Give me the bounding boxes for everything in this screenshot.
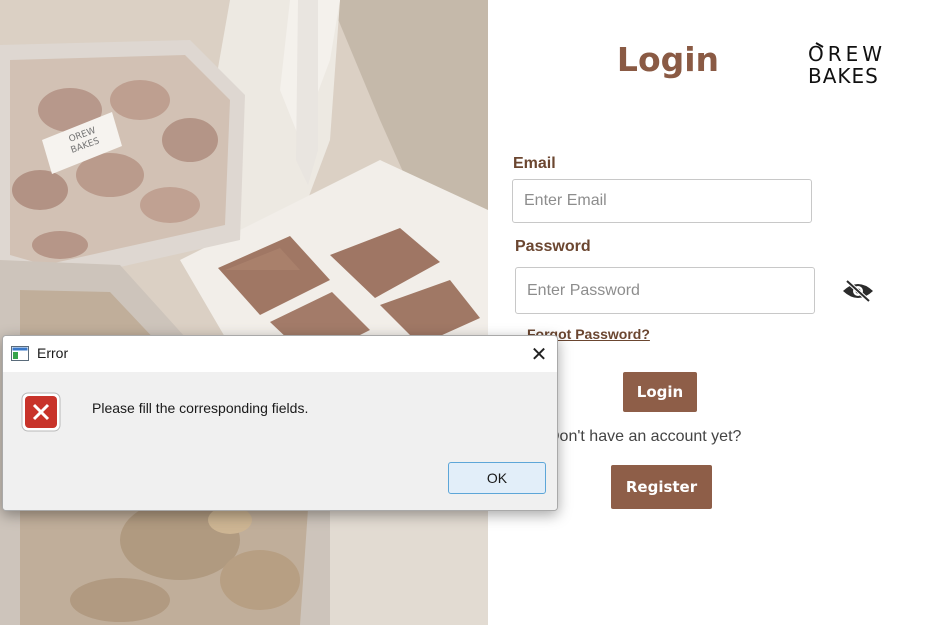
close-icon[interactable]: ✕: [525, 340, 553, 368]
error-dialog: Error ✕ Please fill the corresponding fi…: [2, 335, 558, 511]
hero-photo: OREW BAKES: [0, 0, 488, 625]
window-app-icon: [11, 346, 29, 361]
register-button[interactable]: Register: [611, 465, 712, 509]
email-input[interactable]: [512, 179, 812, 223]
dialog-message: Please fill the corresponding fields.: [92, 400, 309, 416]
login-button[interactable]: Login: [623, 372, 697, 412]
hero-photo-art: OREW BAKES: [0, 0, 488, 625]
error-x-icon: [21, 392, 61, 432]
brand-logo: OREW BAKES: [808, 42, 904, 86]
svg-text:BAKES: BAKES: [808, 64, 879, 86]
ok-button[interactable]: OK: [448, 462, 546, 494]
dialog-body: Please fill the corresponding fields. OK: [3, 372, 557, 510]
logo-mark: OREW BAKES: [808, 42, 882, 86]
email-label: Email: [513, 155, 556, 172]
password-label: Password: [515, 238, 591, 255]
eye-slash-icon[interactable]: [841, 279, 875, 303]
dialog-title: Error: [37, 345, 69, 361]
no-account-text: Don't have an account yet?: [548, 428, 742, 445]
dialog-titlebar[interactable]: Error ✕: [3, 336, 557, 372]
page-title: Login: [616, 40, 720, 79]
password-input[interactable]: [515, 267, 815, 314]
